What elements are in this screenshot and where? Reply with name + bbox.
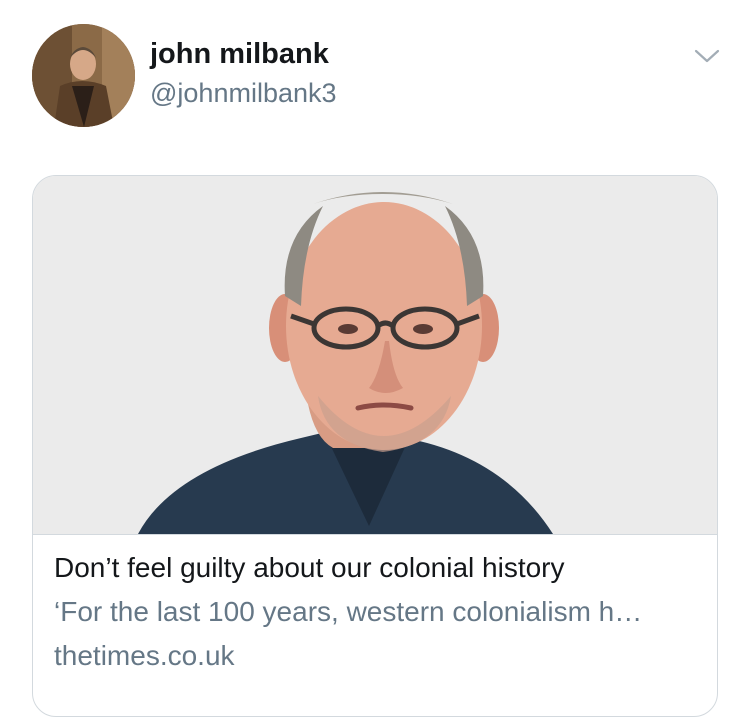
- avatar[interactable]: [32, 24, 135, 127]
- profile-photo-icon: [32, 24, 135, 127]
- tweet-menu-button[interactable]: [692, 44, 722, 68]
- article-author-photo-icon: [33, 176, 717, 534]
- link-card[interactable]: Don’t feel guilty about our colonial his…: [32, 175, 718, 717]
- tweet-header: john milbank @johnmilbank3: [0, 0, 750, 160]
- link-card-description[interactable]: ‘For the last 100 years, western colonia…: [54, 594, 704, 630]
- card-divider: [33, 534, 717, 535]
- link-card-image[interactable]: [33, 176, 717, 534]
- chevron-down-icon: [694, 49, 720, 63]
- author-handle[interactable]: @johnmilbank3: [150, 76, 337, 110]
- link-card-title[interactable]: Don’t feel guilty about our colonial his…: [54, 550, 565, 586]
- link-card-domain[interactable]: thetimes.co.uk: [54, 638, 235, 674]
- author-display-name[interactable]: john milbank: [150, 36, 329, 72]
